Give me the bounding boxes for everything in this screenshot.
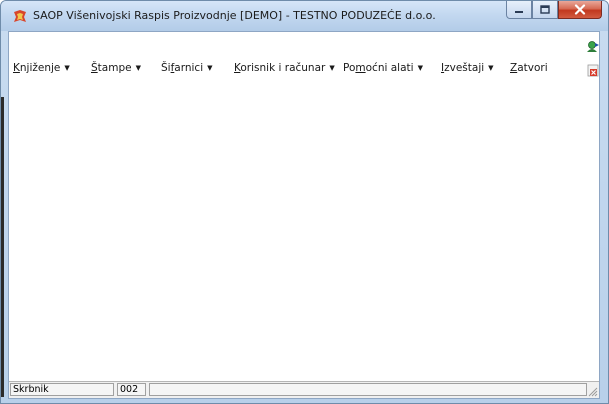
status-message bbox=[149, 383, 587, 396]
app-window: SAOP Višenivojski Raspis Proizvodnje [DE… bbox=[0, 0, 609, 404]
chevron-down-icon: ▼ bbox=[207, 64, 213, 72]
window-title: SAOP Višenivojski Raspis Proizvodnje [DE… bbox=[33, 9, 436, 22]
close-icon bbox=[574, 4, 586, 15]
status-user: Skrbnik bbox=[10, 383, 114, 396]
chevron-down-icon: ▼ bbox=[329, 64, 335, 72]
maximize-icon bbox=[540, 5, 550, 14]
window-controls bbox=[506, 1, 602, 21]
minimize-button[interactable] bbox=[506, 1, 532, 19]
main-client-area: Knjiženje ▼ Štampe ▼ Šifarnici ▼ Korisnik i… bbox=[8, 31, 600, 399]
chevron-down-icon: ▼ bbox=[488, 64, 494, 72]
menu-zatvori[interactable]: Zatvori bbox=[510, 62, 548, 74]
chevron-down-icon: ▼ bbox=[135, 64, 141, 72]
menu-korisnik-i-racunar[interactable]: Korisnik i računar ▼ bbox=[234, 62, 335, 74]
status-bar: Skrbnik 002 bbox=[9, 381, 599, 398]
chevron-down-icon: ▼ bbox=[417, 64, 423, 72]
exit-icon[interactable] bbox=[587, 64, 599, 77]
minimize-icon bbox=[515, 10, 523, 13]
title-bar[interactable]: SAOP Višenivojski Raspis Proizvodnje [DE… bbox=[1, 1, 608, 31]
menu-knjizenje[interactable]: Knjiženje ▼ bbox=[13, 62, 70, 74]
menu-pomocni-alati[interactable]: Pomoćni alati ▼ bbox=[343, 62, 423, 74]
maximize-button[interactable] bbox=[532, 1, 558, 19]
user-switch-icon[interactable] bbox=[586, 40, 600, 53]
menu-sifarnici[interactable]: Šifarnici ▼ bbox=[161, 62, 213, 74]
menu-izvestaji[interactable]: Izveštaji ▼ bbox=[441, 62, 494, 74]
resize-grip-icon[interactable] bbox=[587, 386, 598, 397]
menu-bar: Knjiženje ▼ Štampe ▼ Šifarnici ▼ Korisnik i… bbox=[9, 32, 599, 88]
window-left-edge bbox=[1, 97, 4, 397]
status-code: 002 bbox=[117, 383, 146, 396]
app-logo-icon bbox=[14, 10, 26, 22]
menu-stampe[interactable]: Štampe ▼ bbox=[91, 62, 141, 74]
close-button[interactable] bbox=[558, 1, 602, 19]
chevron-down-icon: ▼ bbox=[64, 64, 70, 72]
